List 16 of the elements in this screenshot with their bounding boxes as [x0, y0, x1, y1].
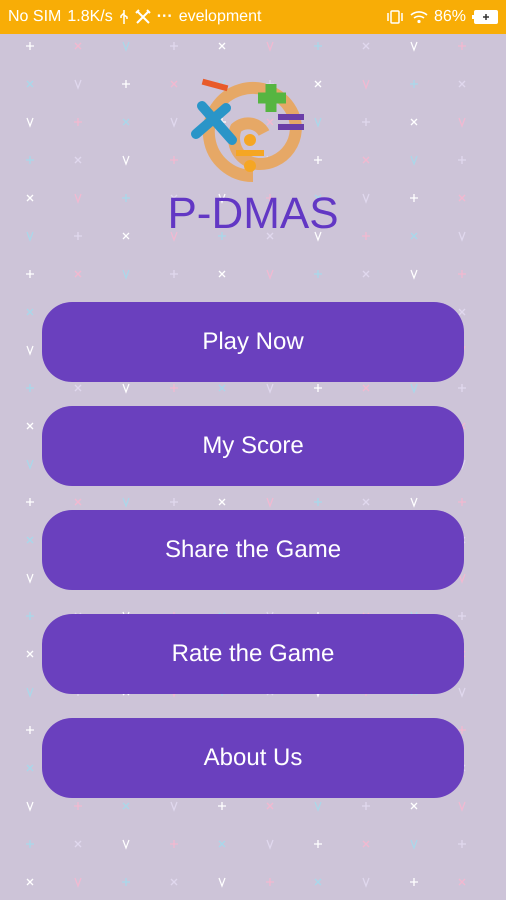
menu-button[interactable]: Rate the Game [42, 614, 464, 694]
app-title: P-DMAS [167, 192, 339, 236]
menu-button[interactable]: About Us [42, 718, 464, 798]
vibrate-icon [386, 9, 404, 25]
notification-ticker: evelopment [178, 7, 262, 27]
wifi-icon [410, 10, 428, 24]
tools-icon [134, 9, 151, 25]
carrier-text: No SIM [8, 7, 62, 27]
battery-percent: 86% [434, 7, 466, 27]
more-notifications: ··· [156, 7, 173, 27]
network-speed: 1.8K/s [67, 7, 113, 27]
menu-button[interactable]: Share the Game [42, 510, 464, 590]
battery-icon [472, 10, 498, 24]
menu-button[interactable]: Play Now [42, 302, 464, 382]
menu-button[interactable]: My Score [42, 406, 464, 486]
usb-icon [118, 9, 129, 25]
